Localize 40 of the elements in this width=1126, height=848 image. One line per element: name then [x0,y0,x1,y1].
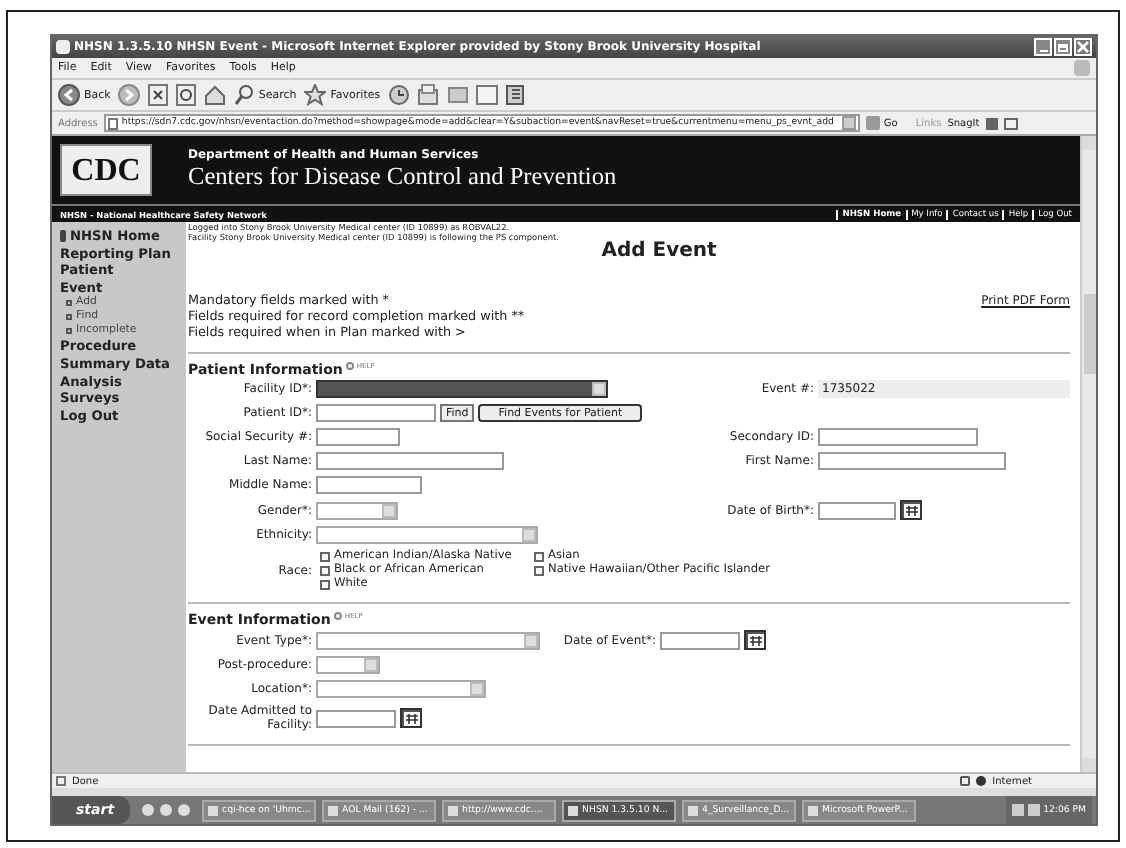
maximize-button[interactable] [1054,38,1072,56]
date-field[interactable] [818,501,896,520]
page-icon[interactable] [476,84,499,106]
input-field[interactable] [316,428,400,447]
checkbox[interactable] [534,551,544,562]
clock-icon[interactable] [388,84,411,106]
globe-icon [976,776,987,786]
minimize-button[interactable] [1034,38,1052,56]
site-title: Centers for Disease Control and Prevention [188,162,617,192]
calendar-icon[interactable] [744,630,766,651]
refresh-icon[interactable] [176,84,197,106]
date-field[interactable] [316,709,396,728]
page-heading: Add Event [599,241,719,262]
page-icon [56,776,66,786]
star-icon [304,84,327,106]
browser-icon [56,40,70,54]
cdc-logo: CDC [60,144,152,196]
stop-icon[interactable] [148,84,169,106]
input-field[interactable] [316,404,436,423]
date-field[interactable] [660,631,740,650]
input-field[interactable] [316,452,504,471]
checkbox[interactable] [320,551,330,562]
lock-icon [960,776,971,786]
checkbox[interactable] [320,579,330,590]
dropdown[interactable] [316,380,608,399]
printer-icon[interactable] [448,84,469,106]
mail-icon[interactable] [418,84,441,106]
input-field[interactable] [818,452,1006,471]
input-field[interactable] [316,476,422,495]
close-button[interactable] [1074,38,1092,56]
search-icon [234,84,255,106]
calendar-icon[interactable] [400,708,422,729]
house-icon[interactable] [204,84,227,106]
page-icon [107,117,118,129]
calendar-icon[interactable] [900,500,922,521]
notes-icon[interactable] [506,84,529,106]
input-field[interactable] [818,428,978,447]
checkbox[interactable] [320,565,330,576]
checkbox[interactable] [534,565,544,576]
scrollbar[interactable] [1080,136,1096,772]
